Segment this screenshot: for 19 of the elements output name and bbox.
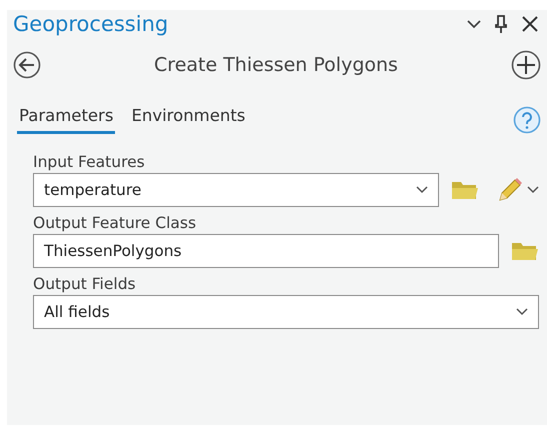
tab[interactable]: Parameters <box>17 106 116 134</box>
field-label: Output Feature Class <box>33 214 196 232</box>
chevron-down-icon[interactable] <box>467 19 481 29</box>
pencil-icon <box>497 177 523 203</box>
tab[interactable]: Environments <box>129 106 248 134</box>
field-label: Input Features <box>33 153 145 171</box>
tool-title: Create Thiessen Polygons <box>154 54 398 76</box>
caret-icon <box>527 186 539 194</box>
field-label: Output Fields <box>33 275 136 293</box>
text-field[interactable]: ThiessenPolygons <box>33 234 499 268</box>
pin-icon[interactable] <box>495 15 507 33</box>
dropdown-field[interactable]: All fields <box>33 295 539 329</box>
dropdown-field[interactable]: temperature <box>33 173 439 207</box>
pane-title: Geoprocessing <box>13 12 168 36</box>
add-icon[interactable] <box>510 50 541 80</box>
close-icon[interactable] <box>521 15 539 33</box>
sketch-button[interactable] <box>497 177 539 203</box>
back-icon[interactable] <box>13 51 41 79</box>
help-icon[interactable] <box>513 106 541 134</box>
